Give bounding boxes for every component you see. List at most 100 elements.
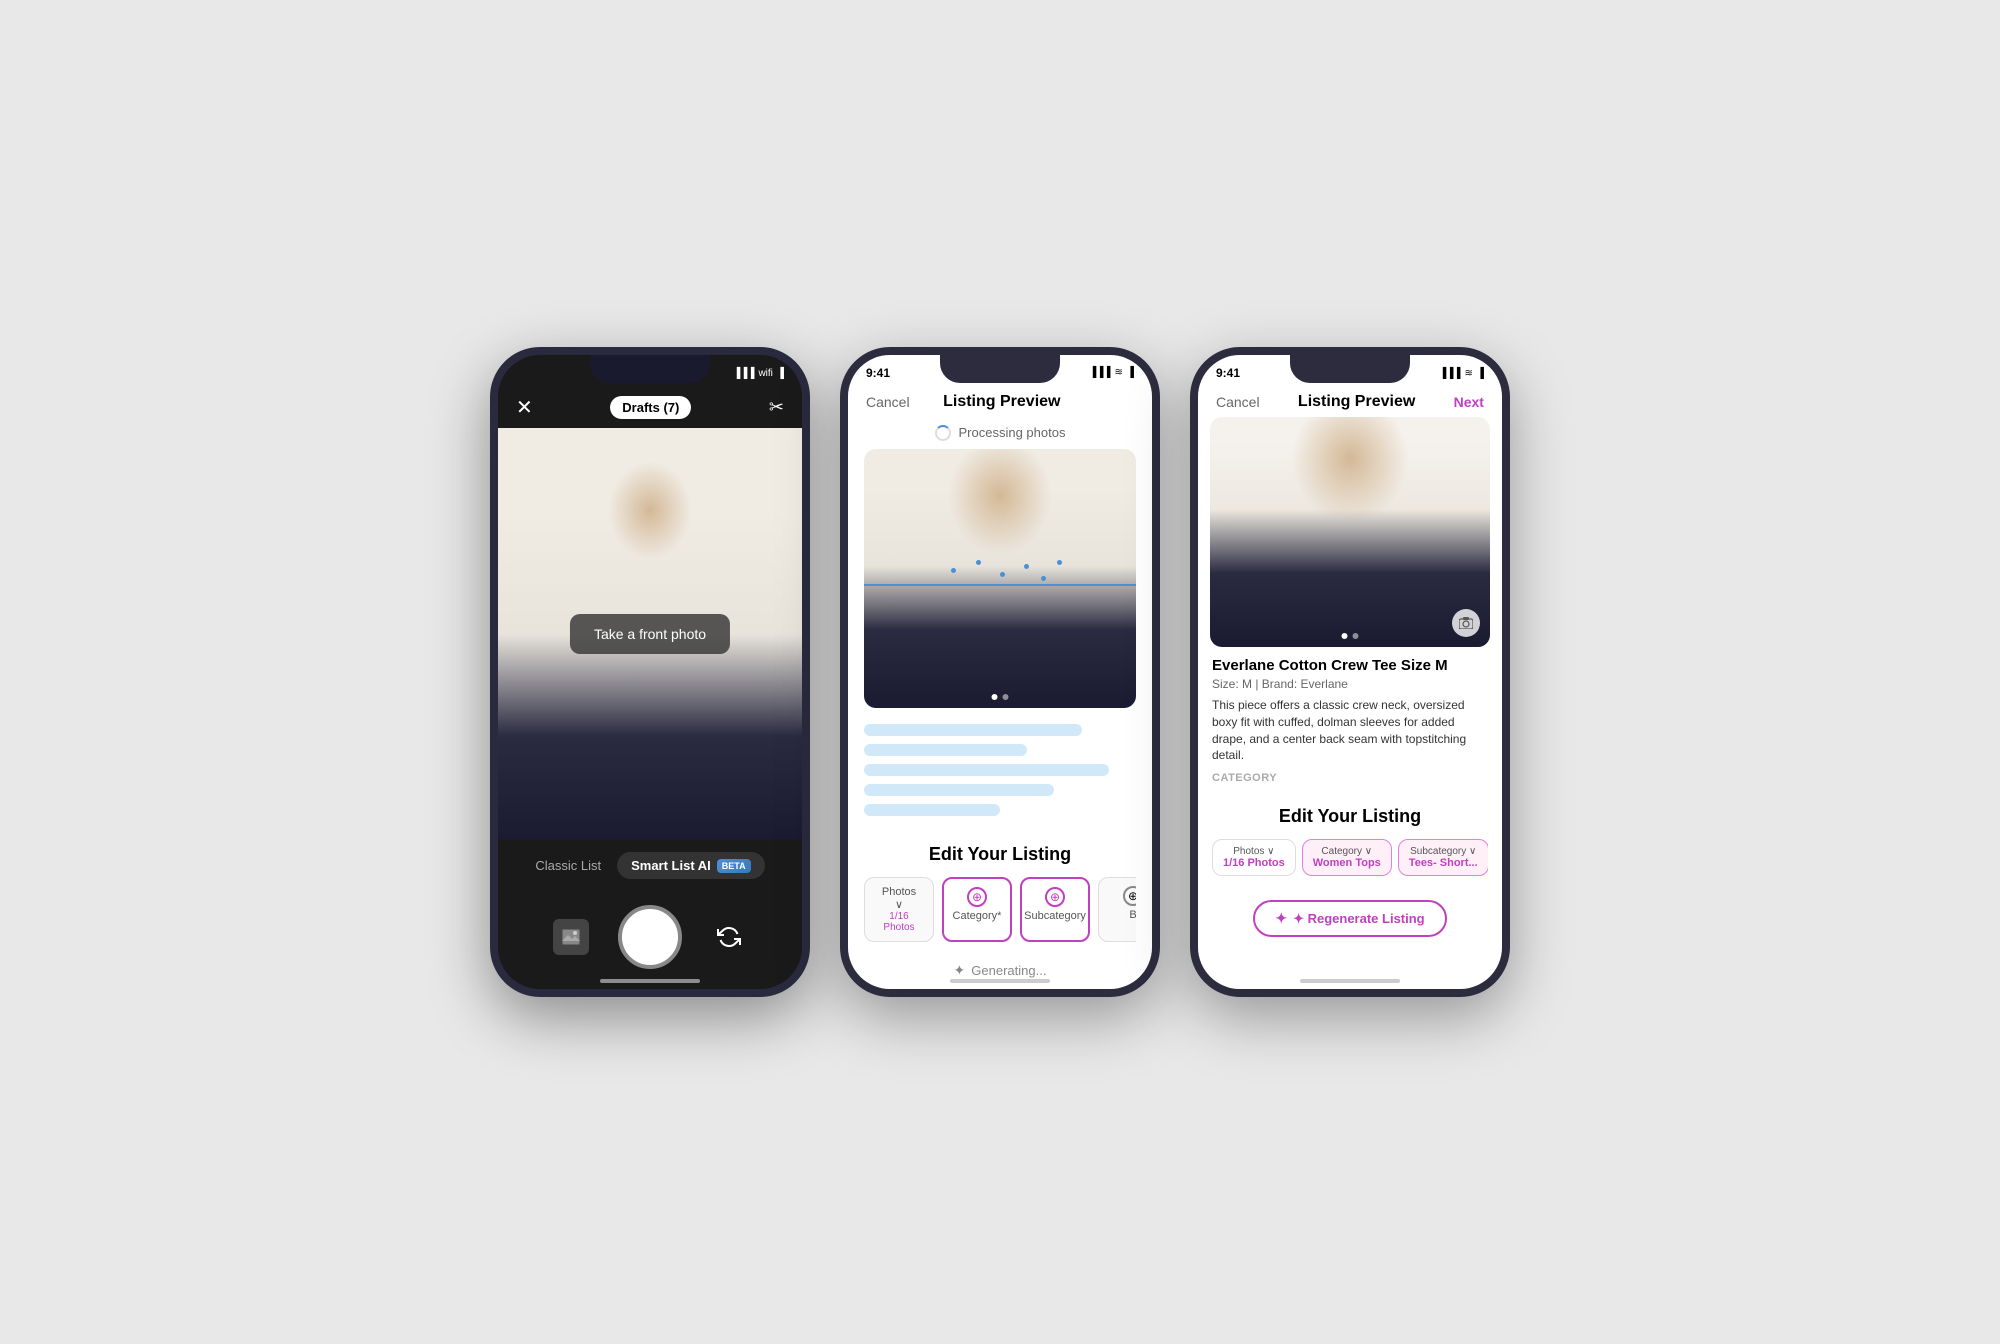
processing-label: Processing photos: [959, 425, 1066, 440]
edit-tab-photos[interactable]: Photos ∨ 1/16 Photos: [864, 877, 934, 942]
notch-1: [590, 355, 710, 383]
tab3-subcategory[interactable]: Subcategory ∨ Tees- Short...: [1398, 839, 1488, 876]
loading-bar: [864, 804, 1000, 816]
status-time-2: 9:41: [866, 366, 890, 380]
photo-inner-2: [864, 449, 1136, 708]
loading-bar: [864, 744, 1027, 756]
wifi-icon-3: ≋: [1465, 368, 1473, 379]
category-tab-icon: ⊕: [967, 887, 987, 907]
wifi-icon-2: ≋: [1115, 367, 1123, 378]
edit-tab-subcategory[interactable]: ⊕ Subcategory: [1020, 877, 1090, 942]
screens-container: ▐▐▐ wifi ▐ ✕ Drafts (7) ✂ Take a front p…: [490, 347, 1510, 997]
screen-camera: ▐▐▐ wifi ▐ ✕ Drafts (7) ✂ Take a front p…: [498, 355, 802, 989]
edit-section-2: Edit Your Listing Photos ∨ 1/16 Photos ⊕…: [848, 832, 1152, 952]
status-time-3: 9:41: [1216, 366, 1240, 380]
scan-dot: [1041, 576, 1046, 581]
listing-photo-inner: [1210, 417, 1490, 647]
drafts-badge[interactable]: Drafts (7): [610, 396, 691, 419]
close-icon[interactable]: ✕: [516, 395, 533, 420]
indicator-dot-3: [1342, 633, 1348, 639]
battery-icon: ▐: [777, 368, 784, 379]
smart-mode-button[interactable]: Smart List AI BETA: [617, 852, 765, 879]
scissors-icon[interactable]: ✂: [769, 397, 784, 418]
next-button-3[interactable]: Next: [1454, 394, 1484, 410]
scan-dot: [1024, 564, 1029, 569]
edit-tab-category[interactable]: ⊕ Category*: [942, 877, 1012, 942]
notch-2: [940, 355, 1060, 383]
edit-tabs-2: Photos ∨ 1/16 Photos ⊕ Category* ⊕ Subca…: [864, 877, 1136, 946]
listing-info: Everlane Cotton Crew Tee Size M Size: M …: [1198, 647, 1502, 800]
home-indicator-3: [1300, 979, 1400, 983]
indicator-dot: [992, 694, 998, 700]
brand-tab-icon: ⊕: [1123, 886, 1136, 906]
scan-dot: [1057, 560, 1062, 565]
battery-icon-3: ▐: [1477, 368, 1484, 379]
screen-processing: 9:41 ▐▐▐ ≋ ▐ Cancel Listing Preview Proc…: [848, 355, 1152, 989]
tab3-subcategory-value: Tees- Short...: [1409, 857, 1478, 869]
nav-title-2: Listing Preview: [943, 393, 1060, 411]
listing-description: This piece offers a classic crew neck, o…: [1212, 697, 1488, 764]
regen-icon: ✦: [1275, 910, 1287, 927]
phone-2: 9:41 ▐▐▐ ≋ ▐ Cancel Listing Preview Proc…: [840, 347, 1160, 997]
tab3-subcategory-label: Subcategory ∨: [1410, 846, 1476, 857]
tab3-category[interactable]: Category ∨ Women Tops: [1302, 839, 1392, 876]
listing-indicators: [1342, 633, 1359, 639]
wifi-icon: wifi: [758, 368, 772, 379]
loading-bar: [864, 784, 1054, 796]
status-icons-1: ▐▐▐ wifi ▐: [733, 368, 784, 379]
photos-tab-label: Photos ∨: [877, 886, 921, 911]
category-section-label: CATEGORY: [1212, 772, 1488, 784]
indicator-dot-3: [1353, 633, 1359, 639]
signal-icon: ▐▐▐: [733, 368, 754, 379]
listing-title: Everlane Cotton Crew Tee Size M: [1212, 657, 1488, 674]
nav-bar-3: Cancel Listing Preview Next: [1198, 387, 1502, 417]
generating-label: Generating...: [971, 963, 1046, 978]
brand-tab-label: B: [1129, 909, 1136, 921]
tab3-photos[interactable]: Photos ∨ 1/16 Photos: [1212, 839, 1296, 876]
generating-bar: ✦ Generating...: [848, 952, 1152, 989]
signal-icon-2: ▐▐▐: [1089, 367, 1110, 378]
edit-section-3: Edit Your Listing Photos ∨ 1/16 Photos C…: [1198, 800, 1502, 886]
status-icons-2: ▐▐▐ ≋ ▐: [1089, 367, 1134, 378]
scan-dot: [951, 568, 956, 573]
subcategory-tab-label: Subcategory: [1024, 910, 1086, 922]
photos-tab-sub: 1/16 Photos: [877, 911, 921, 933]
edit-tab-brand[interactable]: ⊕ B: [1098, 877, 1136, 942]
regenerate-listing-button[interactable]: ✦ ✦ Regenerate Listing: [1253, 900, 1446, 937]
edit-title-3: Edit Your Listing: [1212, 806, 1488, 827]
processing-status: Processing photos: [848, 417, 1152, 449]
smart-mode-label: Smart List AI: [631, 858, 711, 873]
flip-camera-icon[interactable]: [711, 919, 747, 955]
battery-icon-2: ▐: [1127, 367, 1134, 378]
camera-top-bar: ✕ Drafts (7) ✂: [498, 387, 802, 428]
shutter-inner: [624, 911, 676, 963]
photo-container-2: [864, 449, 1136, 708]
mode-bar: Classic List Smart List AI BETA: [498, 840, 802, 891]
cancel-button-3[interactable]: Cancel: [1216, 394, 1260, 410]
classic-mode-label[interactable]: Classic List: [535, 858, 601, 873]
loading-fields: [848, 708, 1152, 832]
nav-bar-2: Cancel Listing Preview: [848, 387, 1152, 417]
screen-listing: 9:41 ▐▐▐ ≋ ▐ Cancel Listing Preview Next: [1198, 355, 1502, 989]
listing-photo: [1210, 417, 1490, 647]
tab3-photos-value: 1/16 Photos: [1223, 857, 1285, 869]
photo-indicators-2: [992, 694, 1009, 700]
phone-3: 9:41 ▐▐▐ ≋ ▐ Cancel Listing Preview Next: [1190, 347, 1510, 997]
tab3-photos-label: Photos ∨: [1233, 846, 1274, 857]
camera-photo: Take a front photo: [498, 428, 802, 840]
scan-dot: [1000, 572, 1005, 577]
camera-view: Take a front photo: [498, 428, 802, 840]
notch-3: [1290, 355, 1410, 383]
signal-icon-3: ▐▐▐: [1439, 368, 1460, 379]
home-indicator-2: [950, 979, 1050, 983]
shutter-button[interactable]: [618, 905, 682, 969]
listing-meta: Size: M | Brand: Everlane: [1212, 677, 1488, 691]
scan-dots: [918, 553, 1081, 592]
cancel-button-2[interactable]: Cancel: [866, 394, 910, 410]
gallery-icon[interactable]: [553, 919, 589, 955]
processing-spinner: [935, 425, 951, 441]
beta-badge: BETA: [717, 859, 751, 873]
camera-overlay-icon[interactable]: [1452, 609, 1480, 637]
camera-controls: [498, 891, 802, 989]
indicator-dot: [1003, 694, 1009, 700]
